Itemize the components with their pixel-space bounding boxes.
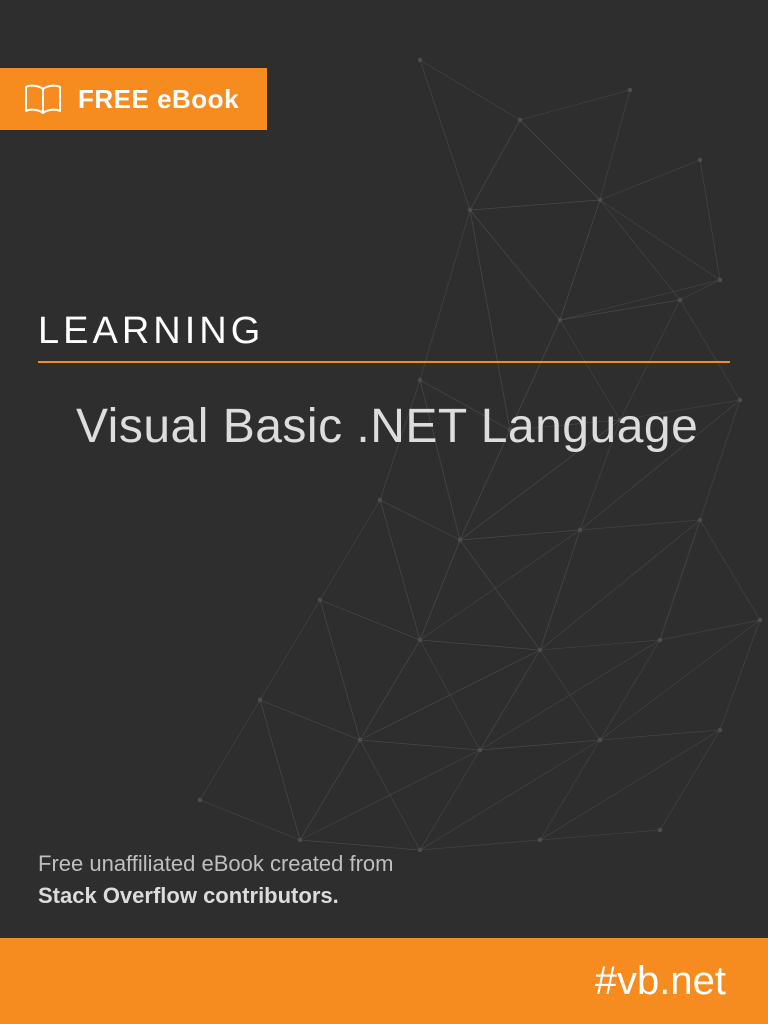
subject-title: Visual Basic .NET Language: [76, 391, 730, 463]
credit-line-1: Free unaffiliated eBook created from: [38, 851, 393, 876]
free-ebook-badge: FREE eBook: [0, 68, 267, 130]
title-block: LEARNING Visual Basic .NET Language: [38, 310, 730, 463]
credit-line-2: Stack Overflow contributors.: [38, 883, 339, 908]
book-icon: [22, 83, 64, 115]
footer-credit: Free unaffiliated eBook created from Sta…: [38, 848, 730, 912]
bottom-bar: #vb.net: [0, 938, 768, 1024]
hashtag-text: #vb.net: [595, 959, 726, 1004]
kicker-text: LEARNING: [38, 310, 730, 363]
badge-label: FREE eBook: [78, 84, 239, 115]
